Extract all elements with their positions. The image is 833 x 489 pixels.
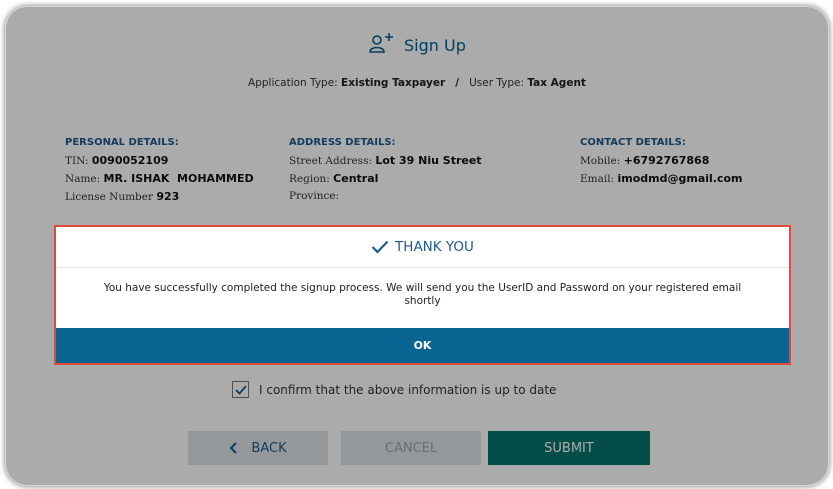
- dialog-title: THANK YOU: [395, 239, 474, 255]
- thank-you-dialog: THANK YOU You have successfully complete…: [54, 225, 791, 365]
- ok-button[interactable]: OK: [56, 328, 789, 363]
- checkmark-icon: [371, 240, 389, 254]
- dialog-message: You have successfully completed the sign…: [103, 282, 742, 307]
- dialog-header: THANK YOU: [56, 227, 789, 268]
- signup-window: Sign Up Application Type: Existing Taxpa…: [5, 6, 829, 486]
